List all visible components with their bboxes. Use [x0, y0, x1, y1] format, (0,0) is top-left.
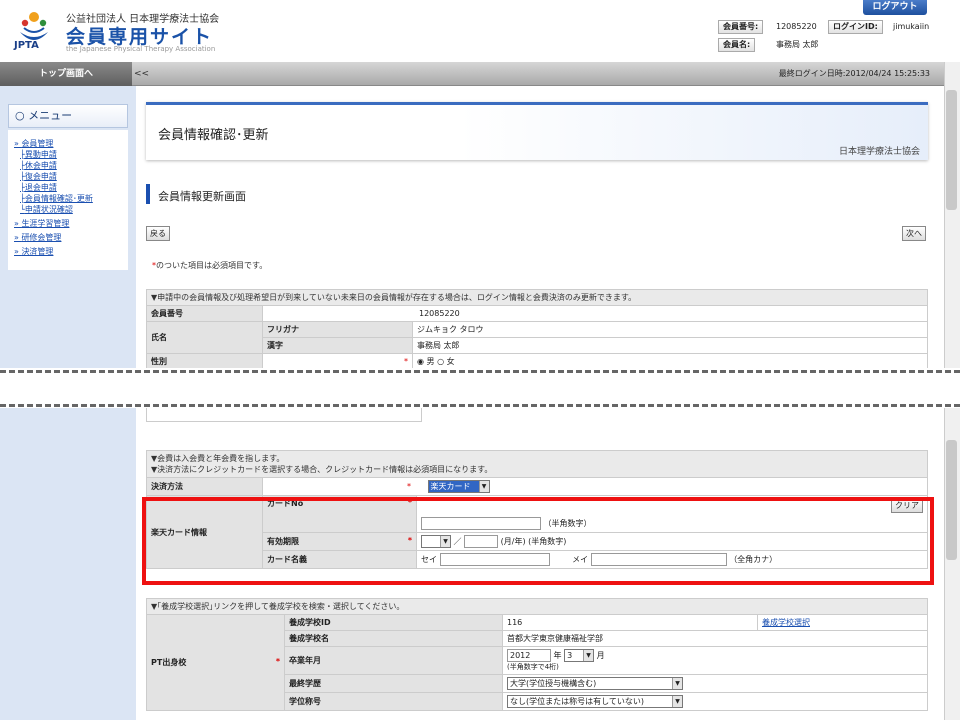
site-subtitle: the Japanese Physical Therapy Associatio… — [66, 45, 216, 53]
chevron-down-icon: ▼ — [478, 481, 489, 492]
degree-select[interactable]: なし(学位または称号は有していない) ▼ — [507, 695, 683, 708]
break-line-top — [0, 370, 960, 373]
highlight-box — [142, 497, 934, 585]
sidebar-item-status[interactable]: └申請状況確認 — [14, 204, 93, 215]
male-radio[interactable]: ◉ — [417, 357, 424, 366]
scrollbar-thumb[interactable] — [946, 90, 957, 210]
login-id-label: ログインID: — [828, 20, 883, 34]
grad-header: 卒業年月 — [284, 646, 503, 675]
sidebar-item-leave[interactable]: ├休会申請 — [14, 160, 93, 171]
edu-header: 最終学歴 — [284, 674, 503, 693]
kanji-cell: 事務局 太郎 — [412, 337, 928, 354]
section-marker — [146, 184, 150, 204]
payment-method-cell: * 楽天カード ▼ — [262, 477, 928, 496]
sidebar-item-member-mgmt[interactable]: » 会員管理 — [14, 138, 93, 149]
chevron-down-icon: ▼ — [672, 678, 682, 689]
grad-month-select[interactable]: 3 ▼ — [564, 649, 595, 662]
member-no-header: 会員番号 — [146, 305, 263, 322]
member-info-table: ▼申請中の会員情報及び処理希望日が到来していない未来日の会員情報が存在する場合は… — [146, 289, 928, 370]
sidebar-item-seminar[interactable]: » 研修会管理 — [14, 231, 93, 245]
section-title: 会員情報更新画面 — [158, 190, 246, 203]
school-name-cell: 首都大学東京健康福祉学部 — [502, 630, 928, 647]
chevron-down-icon: ▼ — [583, 650, 594, 661]
edu-cell: 大学(学位授与機構含む) ▼ — [502, 674, 928, 693]
collapse-sidebar-button[interactable]: << — [134, 62, 149, 86]
edu-select[interactable]: 大学(学位授与機構含む) ▼ — [507, 677, 683, 690]
page-org: 日本理学療法士協会 — [838, 147, 920, 157]
member-no-value: 12085220 — [776, 22, 817, 31]
grad-cell: 2012 年 3 ▼ 月 (半角数字で4桁) — [502, 646, 928, 675]
break-line-bottom — [0, 404, 960, 407]
login-id-value: jimukaiin — [893, 22, 930, 31]
sidebar-menu-list: » 会員管理 ├異動申請 ├休会申請 ├復会申請 ├退会申請 ├会員情報確認･更… — [14, 138, 93, 259]
prev-table-fragment — [146, 408, 422, 422]
degree-cell: なし(学位または称号は有していない) ▼ — [502, 692, 928, 711]
member-no-label: 会員番号: — [718, 20, 764, 34]
payment-caption: ▼会費は入会費と年会費を指します。 ▼決済方法にクレジットカードを選択する場合、ク… — [146, 450, 928, 478]
school-caption: ▼｢養成学校選択｣リンクを押して養成学校を検索・選択してください。 — [146, 598, 928, 615]
member-no-cell: 12085220 — [262, 305, 928, 322]
sidebar-item-lifelong[interactable]: » 生涯学習管理 — [14, 217, 93, 231]
screenshot-break — [0, 368, 960, 408]
sidebar-item-member-info[interactable]: ├会員情報確認･更新 — [14, 193, 93, 204]
payment-method-select[interactable]: 楽天カード ▼ — [427, 480, 490, 493]
kanji-header: 漢字 — [262, 337, 413, 354]
logout-button[interactable]: ログアウト — [863, 0, 927, 15]
sidebar-item-transfer[interactable]: ├異動申請 — [14, 149, 93, 160]
female-radio[interactable]: ○ — [437, 357, 444, 366]
furigana-header: フリガナ — [262, 321, 413, 338]
school-select-link[interactable]: 養成学校選択 — [762, 618, 810, 627]
next-button[interactable]: 次へ — [902, 226, 926, 241]
chevron-down-icon: ▼ — [672, 696, 682, 707]
payment-method-header: 決済方法 — [146, 477, 263, 496]
school-select-cell: 養成学校選択 — [757, 614, 928, 631]
sidebar-item-return[interactable]: ├復会申請 — [14, 171, 93, 182]
degree-header: 学位称号 — [284, 692, 503, 711]
school-id-header: 養成学校ID — [284, 614, 503, 631]
sidebar-item-withdraw[interactable]: ├退会申請 — [14, 182, 93, 193]
logo-text: JPTA — [14, 40, 39, 51]
pt-school-header: PT出身校 * — [146, 614, 285, 711]
last-login: 最終ログイン日時:2012/04/24 15:25:33 — [778, 69, 930, 78]
menu-title: ○ メニュー — [8, 104, 128, 128]
required-note: *のついた項目は必須項目です。 — [152, 261, 268, 270]
back-button[interactable]: 戻る — [146, 226, 170, 241]
member-table-caption: ▼申請中の会員情報及び処理希望日が到来していない未来日の会員情報が存在する場合は… — [146, 289, 928, 306]
grad-year-input[interactable]: 2012 — [507, 649, 551, 662]
name-header: 氏名 — [146, 321, 263, 354]
member-name-label: 会員名: — [718, 38, 756, 52]
top-page-button[interactable]: トップ画面へ — [0, 62, 132, 86]
school-id-cell: 116 — [502, 614, 758, 631]
scrollbar-thumb-lower[interactable] — [946, 440, 957, 560]
sidebar-lower — [0, 408, 136, 720]
page-title: 会員情報確認･更新 — [158, 128, 269, 143]
furigana-cell: ジムキョク タロウ — [412, 321, 928, 338]
member-name-value: 事務局 太郎 — [776, 40, 819, 49]
school-name-header: 養成学校名 — [284, 630, 503, 647]
school-table: ▼｢養成学校選択｣リンクを押して養成学校を検索・選択してください。 PT出身校 *… — [146, 598, 928, 711]
sidebar-item-payment[interactable]: » 決済管理 — [14, 245, 93, 259]
